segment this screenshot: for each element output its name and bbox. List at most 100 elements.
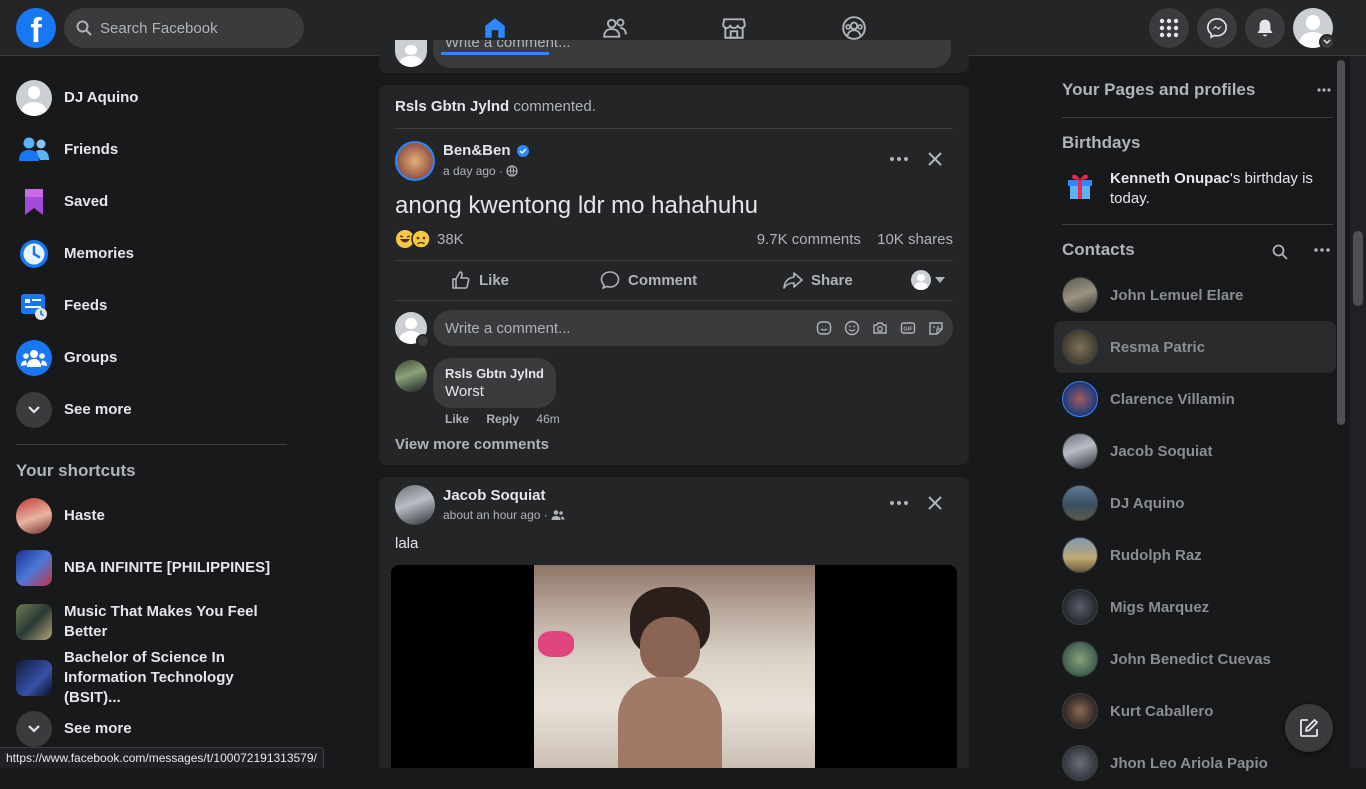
view-more-comments[interactable]: View more comments: [395, 436, 549, 453]
gif-icon[interactable]: GIF: [899, 319, 917, 337]
share-icon: [783, 272, 803, 289]
comment-reply-link[interactable]: Reply: [486, 412, 519, 426]
chevron-down-icon[interactable]: [416, 334, 430, 348]
sad-reaction-icon: [411, 229, 431, 249]
author-name[interactable]: Ben&Ben: [443, 142, 511, 159]
pages-more-icon[interactable]: [1308, 80, 1340, 100]
page-scrollbar[interactable]: [1350, 56, 1366, 768]
contacts-more-icon[interactable]: [1310, 240, 1334, 260]
pages-title: Your Pages and profiles: [1062, 80, 1256, 99]
commenter-avatar[interactable]: [395, 360, 427, 392]
comments-count[interactable]: 9.7K comments: [757, 231, 861, 248]
comment-author[interactable]: Rsls Gbtn Jylnd: [445, 366, 544, 381]
emoji-icon[interactable]: [843, 319, 861, 337]
home-icon: [485, 18, 505, 38]
like-button[interactable]: Like: [451, 260, 509, 300]
post-author[interactable]: Jacob Soquiat: [443, 487, 546, 504]
activity-text: commented.: [509, 98, 596, 115]
sidebar-see-more[interactable]: See more: [8, 384, 292, 436]
page-scrollbar-thumb[interactable]: [1353, 231, 1363, 306]
contact-item[interactable]: John Lemuel Elare: [1054, 269, 1336, 321]
notifications-button[interactable]: [1245, 8, 1285, 48]
post-stats: 9.7K comments 10K shares: [757, 231, 953, 248]
video-frame: [534, 565, 815, 768]
friends-icon: [16, 132, 52, 168]
contact-avatar: [1062, 641, 1098, 677]
facebook-logo[interactable]: f: [16, 8, 56, 48]
search-input[interactable]: [100, 19, 280, 37]
share-button[interactable]: Share: [783, 260, 853, 300]
post-author[interactable]: Ben&Ben: [443, 142, 529, 159]
groups-nav-icon: [842, 16, 866, 40]
benben-avatar[interactable]: [395, 141, 435, 181]
comment-input[interactable]: [445, 319, 795, 337]
contact-item[interactable]: Migs Marquez: [1054, 581, 1336, 633]
contact-item[interactable]: Clarence Villamin: [1054, 373, 1336, 425]
shares-count[interactable]: 10K shares: [877, 231, 953, 248]
compose-icon: [1300, 719, 1318, 737]
shortcut-nba-infinite[interactable]: NBA INFINITE [PHILIPPINES]: [8, 542, 292, 594]
shortcut-haste[interactable]: Haste: [8, 490, 292, 542]
comment-time[interactable]: 46m: [536, 412, 559, 426]
previous-comment-box[interactable]: Write a comment...: [433, 40, 951, 68]
contact-item[interactable]: Resma Patric: [1054, 321, 1336, 373]
birthday-notice[interactable]: Kenneth Onupac's birthday is today.: [1110, 169, 1336, 209]
new-message-button[interactable]: [1285, 704, 1333, 752]
contact-avatar: [1062, 485, 1098, 521]
sidebar-item-label: DJ Aquino: [64, 89, 139, 106]
messenger-button[interactable]: [1197, 8, 1237, 48]
reaction-count[interactable]: 38K: [437, 231, 464, 248]
video-player[interactable]: [391, 565, 957, 768]
sidebar-item-saved[interactable]: Saved: [8, 176, 292, 228]
comment-bubble: Rsls Gbtn Jylnd Worst: [433, 358, 556, 408]
close-icon[interactable]: [923, 491, 947, 515]
sidebar-item-memories[interactable]: Memories: [8, 228, 292, 280]
sidebar-item-profile[interactable]: DJ Aquino: [8, 72, 292, 124]
contacts-scrollbar-thumb[interactable]: [1337, 60, 1345, 425]
friends-icon: [603, 18, 627, 38]
sidebar-item-friends[interactable]: Friends: [8, 124, 292, 176]
meta-separator: ·: [540, 508, 552, 522]
contact-item[interactable]: Jacob Soquiat: [1054, 425, 1336, 477]
actions-divider-bottom: [395, 300, 953, 301]
camera-icon[interactable]: [871, 319, 889, 337]
jacob-avatar[interactable]: [395, 485, 435, 525]
search-icon[interactable]: [1268, 240, 1292, 264]
account-chevron-icon[interactable]: [1319, 34, 1335, 50]
more-options-icon[interactable]: [883, 491, 915, 515]
birthday-name[interactable]: Kenneth Onupac: [1110, 170, 1230, 187]
more-options-icon[interactable]: [883, 147, 915, 171]
sidebar-item-groups[interactable]: Groups: [8, 332, 292, 384]
sidebar-divider: [16, 444, 287, 445]
shortcut-bsit[interactable]: Bachelor of Science In Information Techn…: [8, 649, 292, 706]
activity-name[interactable]: Rsls Gbtn Jylnd: [395, 98, 509, 115]
previous-post-card: Write a comment...: [379, 40, 969, 73]
contact-item[interactable]: DJ Aquino: [1054, 477, 1336, 529]
bsit-avatar: [16, 660, 52, 696]
contact-item[interactable]: Rudolph Raz: [1054, 529, 1336, 581]
comment-text: Worst: [445, 383, 484, 400]
contact-name: John Lemuel Elare: [1110, 286, 1244, 304]
comment-like-link[interactable]: Like: [445, 412, 469, 426]
sidebar-item-feeds[interactable]: Feeds: [8, 280, 292, 332]
post-time[interactable]: about an hour ago: [443, 508, 540, 522]
comment-box[interactable]: GIF: [433, 310, 953, 346]
globe-icon: [506, 165, 519, 177]
post-time[interactable]: a day ago: [443, 164, 496, 178]
contact-name: Migs Marquez: [1110, 598, 1210, 616]
post-meta: a day ago ·: [443, 164, 519, 178]
post-as-selector[interactable]: [911, 270, 945, 290]
post-text: anong kwentong ldr mo hahahuhu: [395, 192, 758, 219]
focus-underline: [441, 52, 549, 55]
menu-button[interactable]: [1149, 8, 1189, 48]
comment-button[interactable]: Comment: [600, 260, 697, 300]
sticker-icon[interactable]: [927, 319, 945, 337]
reactions-summary[interactable]: 38K: [395, 229, 464, 249]
avatar-sticker-icon[interactable]: [815, 319, 833, 337]
sidebar-item-label: Saved: [64, 193, 109, 210]
shortcut-music[interactable]: Music That Makes You Feel Better: [8, 594, 292, 650]
like-icon: [452, 271, 470, 289]
search-bar[interactable]: [64, 8, 304, 48]
close-icon[interactable]: [923, 147, 947, 171]
contact-item[interactable]: John Benedict Cuevas: [1054, 633, 1336, 685]
